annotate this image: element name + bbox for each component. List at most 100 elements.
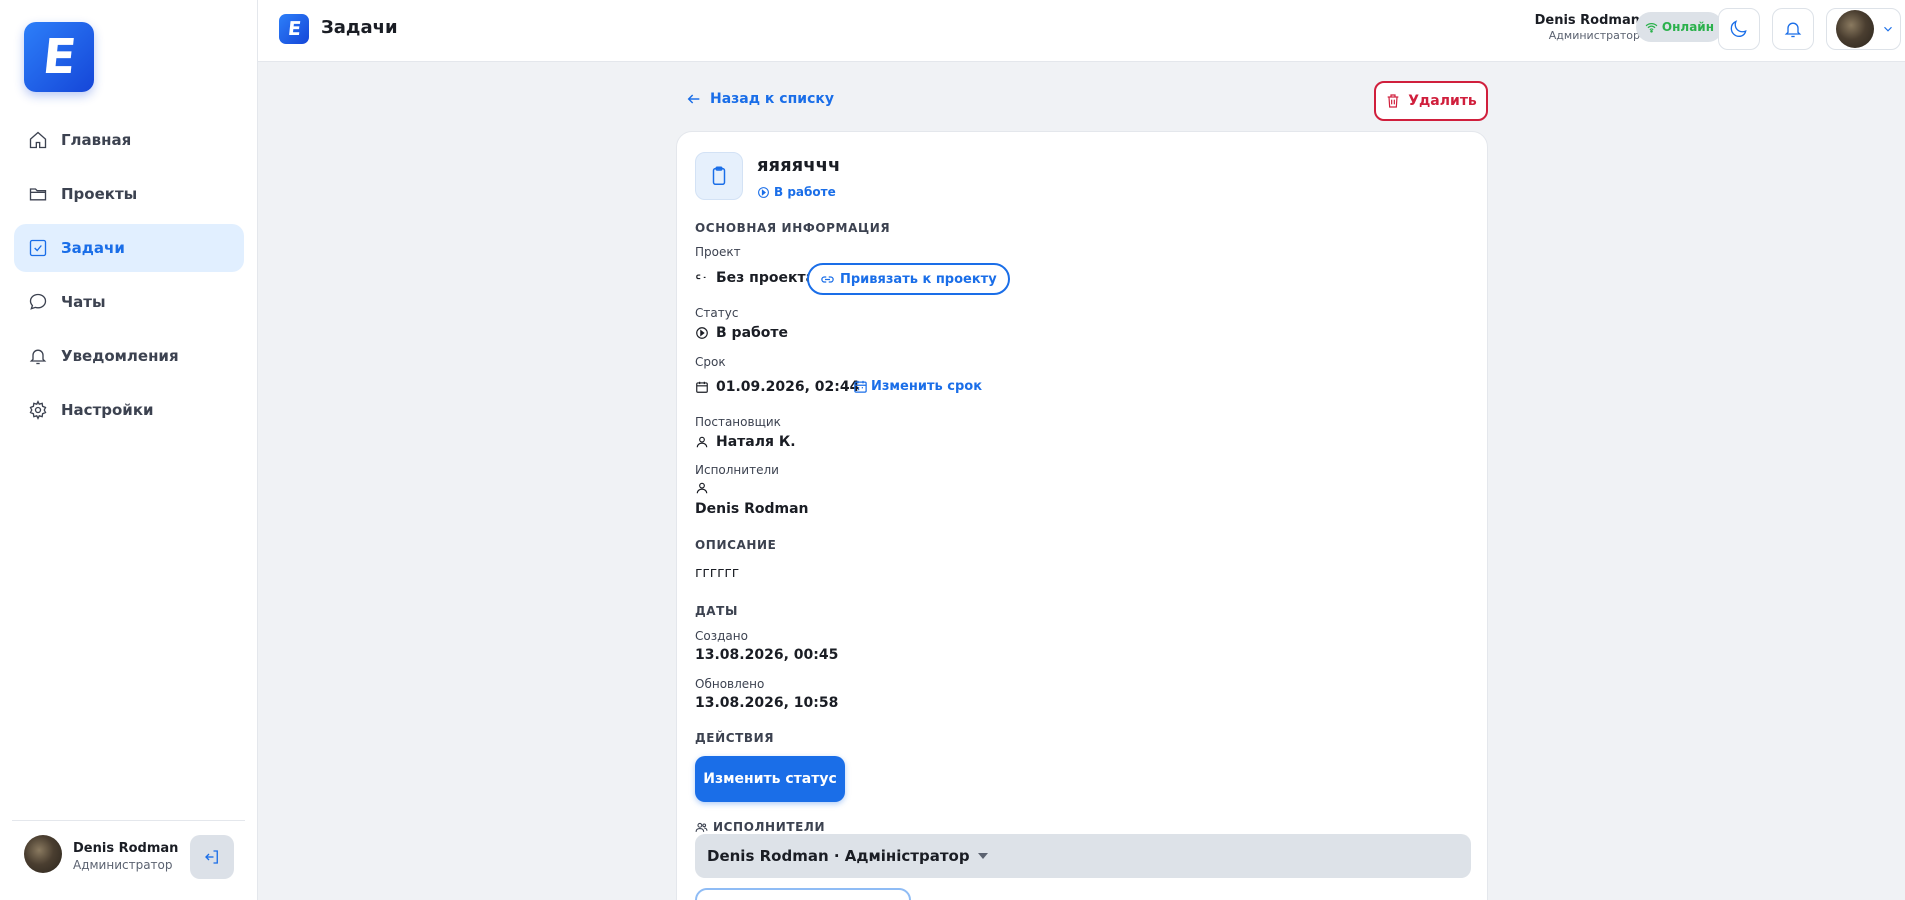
avatar[interactable] xyxy=(24,835,62,873)
assignee-select[interactable]: Denis Rodman · Адміністратор xyxy=(695,834,1471,878)
calendar-edit-icon xyxy=(854,380,867,393)
deadline-value-text: 01.09.2026, 02:44 xyxy=(716,379,860,395)
logout-button[interactable] xyxy=(190,835,234,879)
users-icon xyxy=(695,822,708,832)
section-actions: Действия xyxy=(695,731,775,745)
avatar xyxy=(1836,10,1874,48)
play-circle-icon xyxy=(758,186,769,198)
header-user-name: Denis Rodman xyxy=(1534,13,1640,28)
delete-button[interactable]: Удалить xyxy=(1374,81,1488,121)
home-icon xyxy=(29,131,47,149)
task-status-chip: В работе xyxy=(757,185,836,199)
logout-icon xyxy=(205,850,218,864)
online-label: Онлайн xyxy=(1661,20,1714,34)
deadline-value: 01.09.2026, 02:44 xyxy=(695,379,859,395)
sidebar-item-projects[interactable]: Проекты xyxy=(14,170,244,218)
delete-label: Удалить xyxy=(1408,93,1477,109)
header-logo-letter: E xyxy=(286,18,302,40)
sidebar-nav: Главная Проекты Задачи Чаты Уведомления … xyxy=(14,116,244,440)
section-assignees: Исполнители xyxy=(695,820,825,834)
deadline-label: Срок xyxy=(695,355,726,369)
project-value-text: Без проекта xyxy=(716,270,816,286)
sidebar: E Главная Проекты Задачи Чаты Уведомлени… xyxy=(0,0,258,900)
add-assignee-button[interactable] xyxy=(695,888,911,900)
bind-project-label: Привязать к проекту xyxy=(840,271,997,287)
sidebar-user-panel: Denis Rodman Администратор xyxy=(12,820,245,900)
trash-icon xyxy=(1387,94,1399,108)
top-header: E Задачи Denis Rodman Администратор Онла… xyxy=(258,0,1905,62)
folder-icon xyxy=(29,188,47,201)
change-deadline-link[interactable]: Изменить срок xyxy=(853,379,982,394)
author-value-text: Наталя К. xyxy=(716,434,796,450)
clipboard-icon xyxy=(695,152,743,200)
user-menu-button[interactable] xyxy=(1826,8,1901,50)
chat-icon xyxy=(29,293,47,310)
theme-toggle-button[interactable] xyxy=(1718,8,1760,50)
executors-value: Denis Rodman xyxy=(695,501,809,517)
sidebar-item-settings[interactable]: Настройки xyxy=(14,386,244,434)
user-icon xyxy=(696,482,708,494)
moon-icon xyxy=(1730,20,1747,38)
page-title: Задачи xyxy=(321,17,398,38)
status-label: Статус xyxy=(695,306,739,320)
sidebar-item-notifications[interactable]: Уведомления xyxy=(14,332,244,380)
bell-icon xyxy=(1784,22,1802,38)
back-label: Назад к списку xyxy=(710,91,835,107)
sidebar-user-name: Denis Rodman xyxy=(73,841,179,856)
gear-icon xyxy=(29,400,47,420)
logo-letter: E xyxy=(39,29,79,85)
author-label: Постановщик xyxy=(695,415,781,429)
description-text: гггггг xyxy=(695,565,740,581)
header-logo: E xyxy=(279,14,309,44)
app-logo[interactable]: E xyxy=(24,22,94,92)
sidebar-item-label: Уведомления xyxy=(61,347,179,365)
section-assignees-label: Исполнители xyxy=(713,820,826,834)
task-title: яяяяччч xyxy=(757,155,841,176)
user-icon xyxy=(696,436,708,448)
wifi-icon xyxy=(1645,22,1658,33)
sidebar-user-role: Администратор xyxy=(73,858,173,872)
bind-project-button[interactable]: Привязать к проекту xyxy=(807,263,1010,295)
created-label: Создано xyxy=(695,629,748,643)
checkbox-icon xyxy=(29,239,47,257)
sidebar-item-label: Проекты xyxy=(61,185,138,203)
status-badge: Онлайн xyxy=(1635,12,1723,42)
section-description: Описание xyxy=(695,538,777,552)
link-icon xyxy=(821,275,834,283)
status-value: В работе xyxy=(695,325,788,341)
project-value: Без проекта xyxy=(695,270,815,286)
sidebar-item-chats[interactable]: Чаты xyxy=(14,278,244,326)
header-user-info: Denis Rodman Администратор xyxy=(1535,13,1640,42)
sidebar-item-home[interactable]: Главная xyxy=(14,116,244,164)
created-value: 13.08.2026, 00:45 xyxy=(695,647,839,663)
arrow-left-icon xyxy=(687,94,700,104)
updated-label: Обновлено xyxy=(695,677,765,691)
change-status-button[interactable]: Изменить статус xyxy=(695,756,845,802)
calendar-icon xyxy=(696,381,708,393)
notifications-button[interactable] xyxy=(1772,8,1814,50)
sidebar-item-tasks[interactable]: Задачи xyxy=(14,224,244,272)
project-label: Проект xyxy=(695,245,741,259)
updated-value: 13.08.2026, 10:58 xyxy=(695,695,839,711)
sidebar-item-label: Чаты xyxy=(61,293,106,311)
chevron-down-icon xyxy=(1884,26,1892,32)
status-value-text: В работе xyxy=(716,325,789,341)
section-dates: Даты xyxy=(695,604,738,618)
task-detail-card: яяяяччч В работе Основная информация Про… xyxy=(676,131,1488,900)
sidebar-item-label: Главная xyxy=(61,131,132,149)
bell-icon xyxy=(29,349,47,365)
task-status-chip-label: В работе xyxy=(774,185,836,199)
executors-icon-wrap xyxy=(695,480,709,499)
caret-down-icon xyxy=(977,853,988,859)
assignee-select-value: Denis Rodman · Адміністратор xyxy=(707,847,970,865)
sidebar-item-label: Настройки xyxy=(61,401,154,419)
section-main-info: Основная информация xyxy=(695,221,891,235)
executors-label: Исполнители xyxy=(695,463,779,477)
unlink-icon xyxy=(696,274,706,280)
header-user-role: Администратор xyxy=(1548,29,1640,42)
back-to-list-link[interactable]: Назад к списку xyxy=(686,91,834,107)
author-value: Наталя К. xyxy=(695,434,796,450)
sidebar-item-label: Задачи xyxy=(61,239,125,257)
change-deadline-label: Изменить срок xyxy=(871,379,983,394)
play-circle-icon xyxy=(696,327,708,339)
